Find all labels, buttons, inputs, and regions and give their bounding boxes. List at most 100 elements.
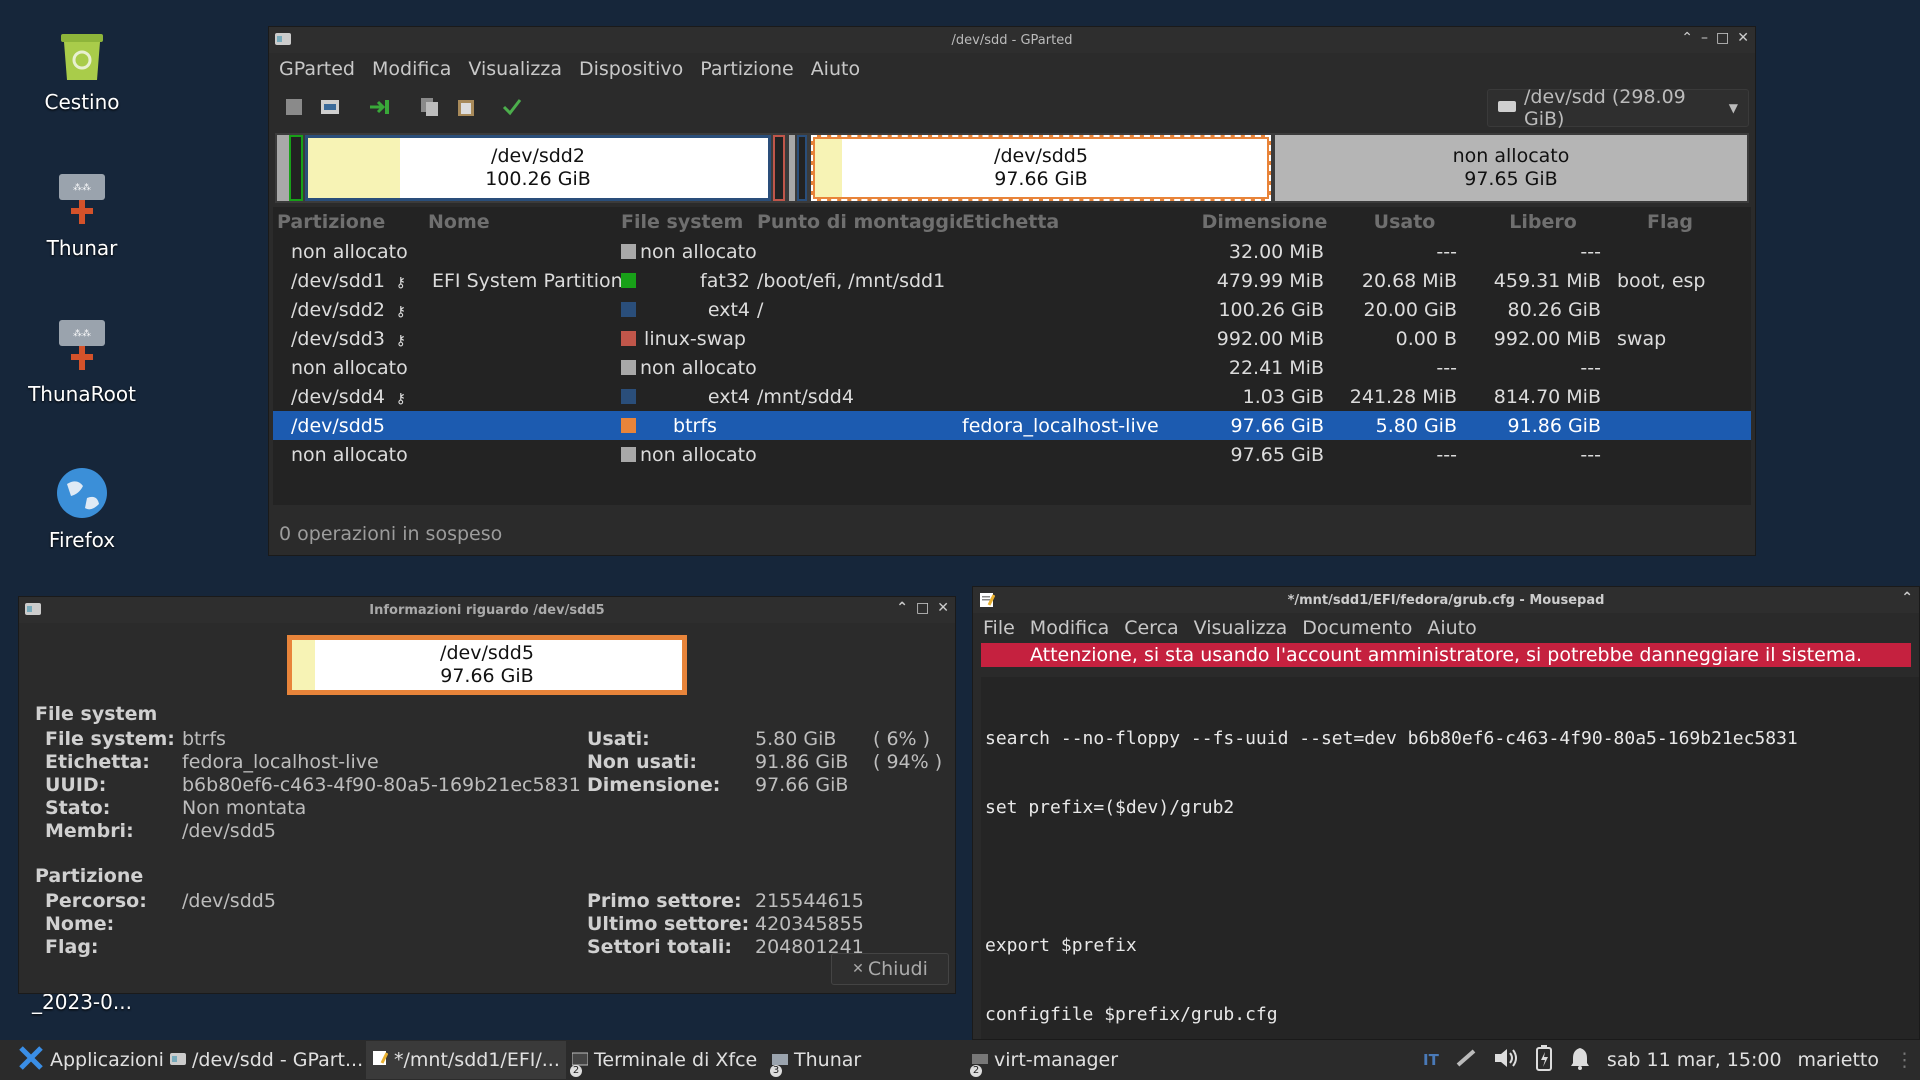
menu-cerca[interactable]: Cerca (1124, 617, 1178, 639)
window-title: */mnt/sdd1/EFI/fedora/grub.cfg - Mousepa… (1287, 592, 1605, 608)
info-field-percent: ( 94% ) (873, 751, 943, 773)
col-partizione[interactable]: Partizione (273, 211, 428, 233)
map-segment-sdd2[interactable]: /dev/sdd2 100.26 GiB (305, 135, 771, 201)
col-punto-montaggio[interactable]: Punto di montaggio (757, 211, 962, 233)
task-virt-manager[interactable]: 2 virt-manager (966, 1041, 1166, 1079)
resize-move-icon[interactable] (369, 96, 391, 118)
cell-free: 459.31 MiB (1493, 269, 1601, 292)
table-row[interactable]: non allocato non allocato 32.00 MiB --- --- (273, 237, 1751, 266)
clock[interactable]: sab 11 mar, 15:00 (1607, 1049, 1782, 1071)
desktop-icon-trash[interactable]: Cestino (2, 26, 162, 114)
table-row[interactable]: /dev/sdd3 ⚷ linux-swap 992.00 MiB 0.00 B 992.… (273, 324, 1751, 353)
maximize-icon[interactable]: □ (1716, 30, 1729, 46)
table-row[interactable]: non allocato non allocato 22.41 MiB --- --- (273, 353, 1751, 382)
delete-partition-icon[interactable] (319, 96, 341, 118)
menu-aiuto[interactable]: Aiuto (1427, 617, 1476, 639)
task-label: Terminale di Xfce (594, 1049, 758, 1071)
applications-menu[interactable]: Applicazioni (0, 1041, 164, 1079)
gparted-app-icon (275, 32, 291, 46)
key-icon: ⚷ (395, 303, 407, 320)
close-button[interactable]: ✕ Chiudi (831, 953, 949, 985)
menu-partizione[interactable]: Partizione (700, 58, 793, 80)
menu-file[interactable]: File (983, 617, 1015, 639)
cell-free: 992.00 MiB (1493, 327, 1601, 350)
chevron-up-icon[interactable]: ⌃ (896, 600, 908, 616)
cell-mount: /mnt/sdd4 (757, 385, 854, 408)
maximize-icon[interactable]: □ (916, 600, 929, 616)
cell-partition: non allocato (291, 356, 408, 379)
table-row[interactable]: /dev/sdd2 ⚷ ext4 / 100.26 GiB 20.00 GiB 80.26 … (273, 295, 1751, 324)
col-filesystem[interactable]: File system (621, 211, 757, 233)
task-terminal[interactable]: 2 Terminale di Xfce (566, 1041, 766, 1079)
desktop-icon-thunar[interactable]: ⁂⁂ Thunar (2, 172, 162, 260)
notifications-bell-icon[interactable] (1569, 1046, 1591, 1075)
titlebar[interactable]: /dev/sdd - GParted ⌃ – □ ✕ (269, 27, 1755, 53)
col-flag[interactable]: Flag (1615, 211, 1725, 233)
menu-gparted[interactable]: GParted (279, 58, 355, 80)
xfce-logo-icon (18, 1045, 44, 1076)
partition-map: /dev/sdd5 97.66 GiB (287, 635, 687, 695)
dialog-title: Informazioni riguardo /dev/sdd5 (369, 602, 605, 618)
partition-heading: Partizione (35, 865, 144, 887)
menu-visualizza[interactable]: Visualizza (1194, 617, 1288, 639)
map-segment-unallocated[interactable] (277, 135, 289, 201)
map-segment-sdd5[interactable]: /dev/sdd5 97.66 GiB (811, 135, 1271, 201)
copy-icon[interactable] (419, 96, 441, 118)
minimize-icon[interactable]: – (1701, 30, 1708, 46)
keyboard-layout[interactable]: IT (1423, 1051, 1439, 1069)
col-etichetta[interactable]: Etichetta (962, 211, 1191, 233)
text-editor[interactable]: search --no-floppy --fs-uuid --set=dev b… (981, 677, 1919, 1080)
desktop-icon-firefox[interactable]: Firefox (2, 464, 162, 552)
device-selector[interactable]: /dev/sdd (298.09 GiB) ▼ (1487, 86, 1749, 130)
menu-documento[interactable]: Documento (1302, 617, 1412, 639)
cell-partition: non allocato (291, 443, 408, 466)
task-gparted[interactable]: /dev/sdd - GPart... (164, 1041, 366, 1079)
task-mousepad[interactable]: */mnt/sdd1/EFI/... (366, 1041, 566, 1079)
paste-icon[interactable] (455, 96, 477, 118)
new-partition-icon[interactable] (283, 96, 305, 118)
chevron-up-icon[interactable]: ⌃ (1681, 30, 1693, 46)
map-segment-sdd1[interactable] (289, 135, 303, 201)
cell-free: 814.70 MiB (1493, 385, 1601, 408)
titlebar[interactable]: */mnt/sdd1/EFI/fedora/grub.cfg - Mousepa… (973, 587, 1919, 613)
map-segment-unallocated-small[interactable] (789, 135, 795, 201)
map-segment-unallocated-end[interactable]: non allocato 97.65 GiB (1275, 135, 1747, 201)
desktop-icon-thunaroot[interactable]: ⁂⁂ ThunaRoot (2, 318, 162, 406)
col-usato[interactable]: Usato (1338, 211, 1471, 233)
chevron-up-icon[interactable]: ⌃ (1901, 590, 1913, 606)
map-name: /dev/sdd5 (440, 642, 534, 664)
table-row[interactable]: /dev/sdd4 ⚷ ext4/mnt/sdd4 1.03 GiB 241.28 Mi… (273, 382, 1751, 411)
battery-icon[interactable] (1535, 1044, 1553, 1076)
table-row[interactable]: non allocato non allocato 97.65 GiB --- --- (273, 440, 1751, 469)
close-icon[interactable]: ✕ (937, 600, 949, 616)
text-editor-icon (372, 1049, 389, 1071)
col-dimensione[interactable]: Dimensione (1191, 211, 1338, 233)
col-libero[interactable]: Libero (1471, 211, 1615, 233)
desktop-icon-label: Thunar (46, 236, 118, 260)
task-thunar[interactable]: 3 Thunar (766, 1041, 966, 1079)
menu-aiuto[interactable]: Aiuto (811, 58, 860, 80)
info-field: File system: btrfs (45, 728, 505, 751)
col-nome[interactable]: Nome (428, 211, 621, 233)
menu-modifica[interactable]: Modifica (372, 58, 451, 80)
table-row[interactable]: /dev/sdd1 ⚷ EFI System Partition fat32/boot… (273, 266, 1751, 295)
user-name[interactable]: marietto (1798, 1049, 1879, 1071)
map-segment-sdd4[interactable] (797, 135, 807, 201)
menu-visualizza[interactable]: Visualizza (468, 58, 562, 80)
table-row[interactable]: /dev/sdd5 btrfs fedora_localhost-live 97.66… (273, 411, 1751, 440)
admin-warning-bar: Attenzione, si sta usando l'account ammi… (981, 643, 1911, 667)
network-icon[interactable] (1455, 1047, 1477, 1074)
panel-handle[interactable]: ⋮ (1895, 1049, 1914, 1071)
fs-color-swatch (621, 359, 636, 375)
cell-fs: ext4 (707, 298, 750, 321)
menu-modifica[interactable]: Modifica (1030, 617, 1109, 639)
close-icon[interactable]: ✕ (1737, 30, 1749, 46)
map-segment-sdd3[interactable] (773, 135, 785, 201)
cell-fs: non allocato (640, 356, 757, 379)
menu-dispositivo[interactable]: Dispositivo (579, 58, 683, 80)
apply-check-icon[interactable] (501, 96, 523, 118)
volume-icon[interactable] (1493, 1046, 1519, 1075)
info-field-value: 420345855 (755, 913, 864, 935)
titlebar[interactable]: Informazioni riguardo /dev/sdd5 ⌃ □ ✕ (19, 597, 955, 623)
info-field-key: Non usati: (587, 751, 697, 773)
